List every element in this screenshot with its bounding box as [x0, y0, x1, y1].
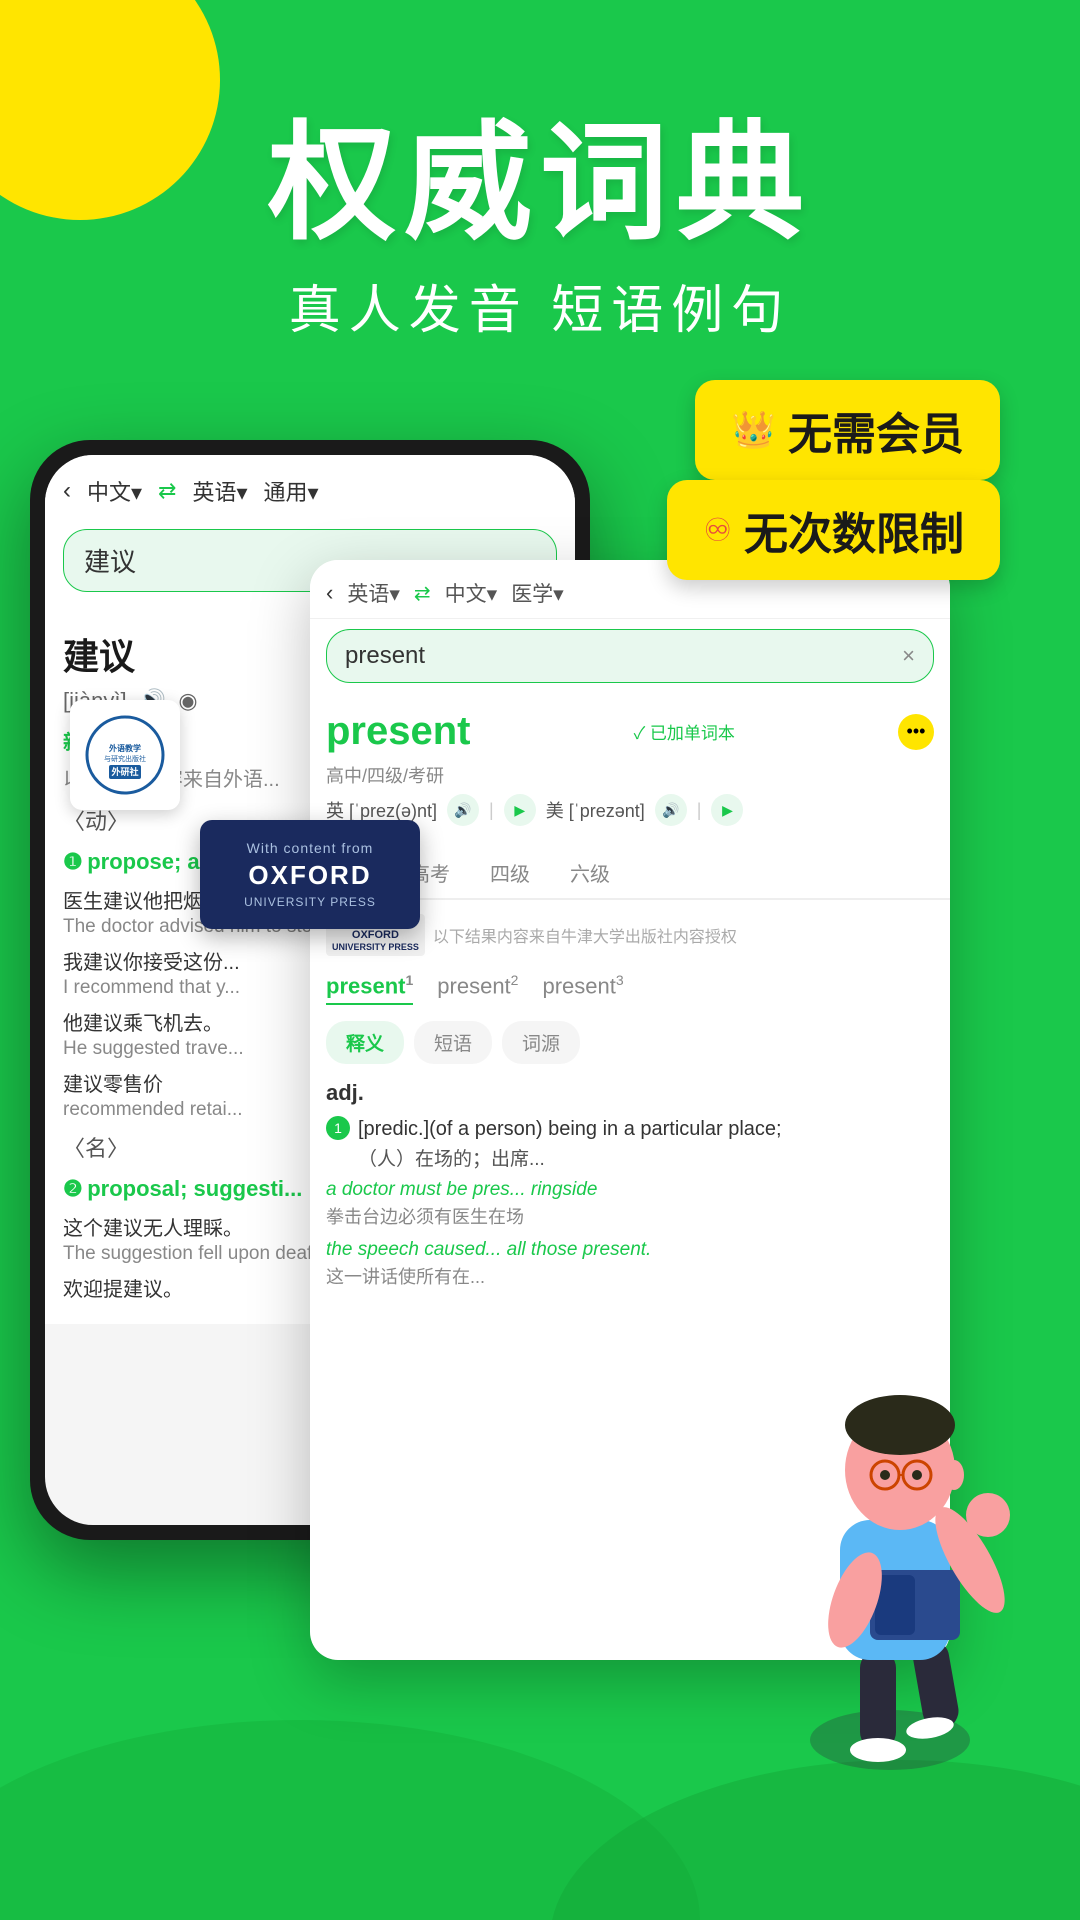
dict-bookmark-row: present ✓ 已加单词本 ••• [326, 709, 934, 754]
dict-def-text-1: [predic.](of a person) being in a partic… [358, 1114, 782, 1144]
character-svg [720, 1320, 1060, 1820]
nav-tab-english[interactable]: 英语▾ [192, 475, 247, 507]
dict-example-cn-1: 拳击台边必须有医生在场 [326, 1203, 934, 1229]
dict-bookmark-label[interactable]: ✓ 已加单词本 [634, 719, 735, 744]
dict-variant-1[interactable]: present1 [326, 972, 413, 1005]
dict-def-item-1: 1 [predic.](of a person) being in a part… [326, 1114, 934, 1171]
dict-def-content-1: [predic.](of a person) being in a partic… [358, 1114, 782, 1171]
pron-us-play-icon[interactable]: ▶ [711, 794, 743, 826]
pron-uk-play-icon[interactable]: ▶ [504, 794, 536, 826]
nav-tab-general[interactable]: 通用▾ [264, 475, 319, 507]
crown-icon: 👑 [731, 409, 776, 451]
back-icon-left[interactable]: ‹ [63, 477, 71, 505]
dict-def-tab-meaning[interactable]: 释义 [326, 1021, 404, 1064]
infinity-icon: ♾ [703, 511, 732, 549]
title-section: 权威词典 真人发音 短语例句 [0, 120, 1080, 343]
dict-example-en-2: the speech caused... all those present. [326, 1239, 934, 1261]
badge-unlimited: ♾ 无次数限制 [667, 480, 1000, 580]
flp-badge: 外语教学 与研究出版社 外研社 [70, 700, 180, 810]
dict-word-level: 高中/四级/考研 [326, 762, 934, 788]
dict-oxford-source-text: 以下结果内容来自牛津大学出版社内容授权 [433, 923, 737, 947]
dict-tab-cet6[interactable]: 六级 [550, 848, 630, 898]
oxford-name: UNIVERSITY PRESS [224, 895, 396, 909]
oxford-subtitle: With content from [224, 840, 396, 856]
dict-def-tab-etymology[interactable]: 词源 [502, 1021, 580, 1064]
dict-present-variants: present1 present2 present3 [310, 962, 950, 1015]
dict-swap-icon[interactable]: ⇄ [414, 581, 431, 606]
dict-def-cn-1: （人）在场的；出席... [358, 1144, 782, 1171]
dict-tab-cet4[interactable]: 四级 [470, 848, 550, 898]
dict-example-en-1: a doctor must be pres... ringside [326, 1179, 934, 1201]
dict-pron-us: 美 [ˈprezənt] [546, 797, 645, 823]
dict-search-text: present [345, 642, 425, 670]
sub-title: 真人发音 短语例句 [0, 268, 1080, 343]
svg-text:与研究出版社: 与研究出版社 [104, 754, 146, 763]
badge-text-2: 无次数限制 [744, 498, 964, 562]
dict-def-tabs: 释义 短语 词源 [310, 1015, 950, 1070]
svg-text:外研社: 外研社 [110, 766, 138, 777]
dict-tab-medical[interactable]: 医学▾ [511, 578, 564, 608]
dict-word-result: present ✓ 已加单词本 ••• 高中/四级/考研 英 [ˈprez(ə)… [310, 693, 950, 840]
pron-uk-audio-icon[interactable]: 🔊 [447, 794, 479, 826]
dict-pron-row: 英 [ˈprez(ə)nt] 🔊 | ▶ 美 [ˈprezənt] 🔊 | ▶ [326, 794, 934, 826]
back-icon-right[interactable]: ‹ [326, 580, 333, 606]
dict-search-input[interactable]: present × [326, 629, 934, 683]
badge-text-1: 无需会员 [788, 398, 964, 462]
nav-tab-chinese[interactable]: 中文▾ [87, 475, 142, 507]
svg-text:外语教学: 外语教学 [109, 743, 141, 753]
dict-definition-section: adj. 1 [predic.](of a person) being in a… [310, 1070, 950, 1309]
character-illustration [720, 1320, 1060, 1820]
dict-more-icon[interactable]: ••• [898, 714, 934, 750]
dict-tab-chinese[interactable]: 中文▾ [445, 578, 498, 608]
pron-us-audio-icon[interactable]: 🔊 [655, 794, 687, 826]
dict-example-cn-2: 这一讲话使所有在... [326, 1263, 934, 1289]
dict-variant-2[interactable]: present2 [437, 972, 518, 1005]
dict-word-main: present [326, 709, 471, 754]
dict-clear-icon[interactable]: × [902, 643, 915, 669]
main-title: 权威词典 [0, 120, 1080, 248]
flp-logo-svg: 外语教学 与研究出版社 外研社 [85, 715, 165, 795]
dict-search-bar: present × [310, 619, 950, 693]
badge-no-membership: 👑 无需会员 [695, 380, 1000, 480]
dict-def-tab-phrases[interactable]: 短语 [414, 1021, 492, 1064]
oxford-title: OXFORD [224, 860, 396, 891]
dict-def-num-1: 1 [326, 1116, 350, 1140]
oxford-press-badge: With content from OXFORD UNIVERSITY PRES… [200, 820, 420, 929]
phone-nav-left: ‹ 中文▾ ⇄ 英语▾ 通用▾ [45, 455, 575, 519]
dict-tab-english[interactable]: 英语▾ [347, 578, 400, 608]
swap-icon-left[interactable]: ⇄ [158, 478, 176, 504]
dict-pos: adj. [326, 1080, 934, 1106]
dict-variant-3[interactable]: present3 [542, 972, 623, 1005]
